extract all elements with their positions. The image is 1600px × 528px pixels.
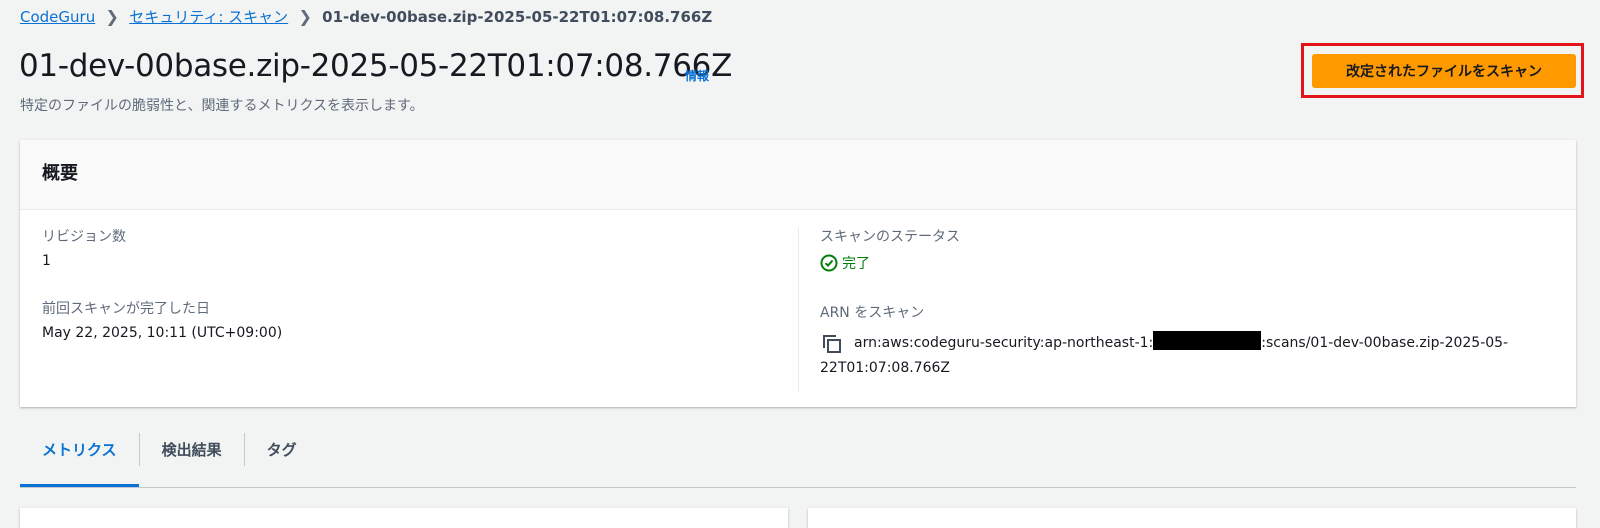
scan-revised-file-button[interactable]: 改定されたファイルをスキャン <box>1312 54 1576 88</box>
tab-bar: メトリクス 検出結果 タグ <box>20 432 1576 488</box>
chevron-right-icon: ❯ <box>105 7 119 26</box>
page-description: 特定のファイルの脆弱性と、関連するメトリクスを表示します。 <box>20 98 424 114</box>
tab-metrics[interactable]: メトリクス <box>20 432 139 487</box>
chevron-right-icon: ❯ <box>298 7 312 26</box>
overview-left-column: リビジョン数 1 前回スキャンが完了した日 May 22, 2025, 10:1… <box>42 226 282 370</box>
metrics-panel-left <box>20 508 788 528</box>
info-link[interactable]: 情報 <box>685 67 709 84</box>
overview-heading: 概要 <box>20 140 1576 210</box>
redacted-account-id <box>1153 331 1262 350</box>
revisions-value: 1 <box>42 253 51 269</box>
arn-text: arn:aws:codeguru-security:ap-northeast-1… <box>854 329 1508 358</box>
arn-value: arn:aws:codeguru-security:ap-northeast-1… <box>820 329 1560 358</box>
arn-label: ARN をスキャン <box>820 305 925 321</box>
metrics-panel-right <box>808 508 1576 528</box>
tab-findings[interactable]: 検出結果 <box>140 432 244 467</box>
tab-tags[interactable]: タグ <box>245 432 319 467</box>
column-divider <box>798 228 799 392</box>
arn-suffix: :scans/01-dev-00base.zip-2025-05- <box>1261 335 1509 351</box>
last-scan-value: May 22, 2025, 10:11 (UTC+09:00) <box>42 325 283 341</box>
copy-icon[interactable] <box>820 332 844 356</box>
overview-card: 概要 リビジョン数 1 前回スキャンが完了した日 May 22, 2025, 1… <box>20 140 1576 407</box>
arn-prefix: arn:aws:codeguru-security:ap-northeast-1… <box>854 335 1154 351</box>
check-circle-icon <box>820 254 838 272</box>
scan-status-label: スキャンのステータス <box>820 229 960 245</box>
breadcrumb-current: 01-dev-00base.zip-2025-05-22T01:07:08.76… <box>322 7 713 26</box>
overview-right-column: スキャンのステータス 完了 ARN をスキャン arn:aws:codeguru… <box>820 226 1560 378</box>
arn-line-2: 22T01:07:08.766Z <box>820 360 951 376</box>
breadcrumb: CodeGuru ❯ セキュリティ: スキャン ❯ 01-dev-00base.… <box>20 6 712 27</box>
scan-status-value: 完了 <box>842 256 870 272</box>
breadcrumb-security-scans-link[interactable]: セキュリティ: スキャン <box>129 6 288 27</box>
scan-status: 完了 <box>820 253 1560 273</box>
page-title: 01-dev-00base.zip-2025-05-22T01:07:08.76… <box>19 48 733 84</box>
last-scan-label: 前回スキャンが完了した日 <box>42 301 210 317</box>
breadcrumb-codeguru-link[interactable]: CodeGuru <box>20 8 95 26</box>
revisions-label: リビジョン数 <box>42 229 126 245</box>
